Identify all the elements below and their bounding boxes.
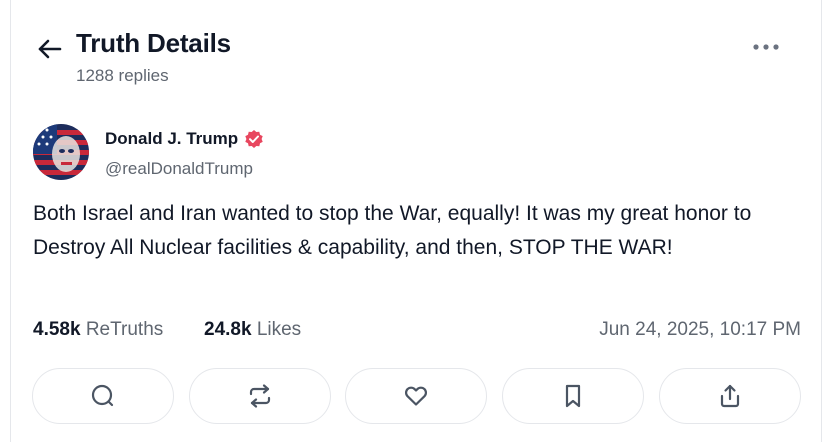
likes-label: Likes [256, 319, 302, 340]
post-stats: 4.58k ReTruths 24.8k Likes Jun 24, 2025,… [33, 319, 801, 347]
bookmark-button[interactable] [502, 368, 644, 424]
ellipsis-icon [753, 44, 779, 50]
reply-icon [90, 383, 116, 409]
share-icon [717, 383, 743, 409]
author-name[interactable]: Donald J. Trump [105, 129, 264, 149]
header: Truth Details 1288 replies [11, 28, 821, 88]
bookmark-icon [560, 383, 586, 409]
arrow-left-icon [37, 38, 63, 60]
truth-details-card: Truth Details 1288 replies Donald J. Tru… [10, 0, 822, 442]
avatar[interactable] [33, 124, 89, 180]
post-actions [32, 368, 802, 426]
share-button[interactable] [659, 368, 801, 424]
reply-button[interactable] [32, 368, 174, 424]
retruth-icon [247, 383, 273, 409]
retruth-button[interactable] [189, 368, 331, 424]
author-handle[interactable]: @realDonaldTrump [105, 159, 253, 179]
retruths-count: 4.58k [33, 319, 81, 340]
retruths-stat[interactable]: 4.58k ReTruths [33, 319, 163, 341]
post-author: Donald J. Trump @realDonaldTrump [33, 124, 733, 184]
retruths-label: ReTruths [85, 319, 164, 340]
likes-count: 24.8k [204, 319, 252, 340]
like-button[interactable] [345, 368, 487, 424]
back-button[interactable] [35, 34, 65, 64]
likes-stat[interactable]: 24.8k Likes [204, 319, 301, 341]
page-title: Truth Details [76, 28, 231, 58]
like-icon [403, 383, 429, 409]
post-timestamp: Jun 24, 2025, 10:17 PM [599, 319, 801, 340]
post-text: Both Israel and Iran wanted to stop the … [33, 202, 752, 259]
author-name-text: Donald J. Trump [105, 129, 239, 148]
verified-badge-icon [244, 129, 264, 149]
more-options-button[interactable] [749, 34, 783, 60]
replies-count: 1288 replies [76, 66, 169, 85]
